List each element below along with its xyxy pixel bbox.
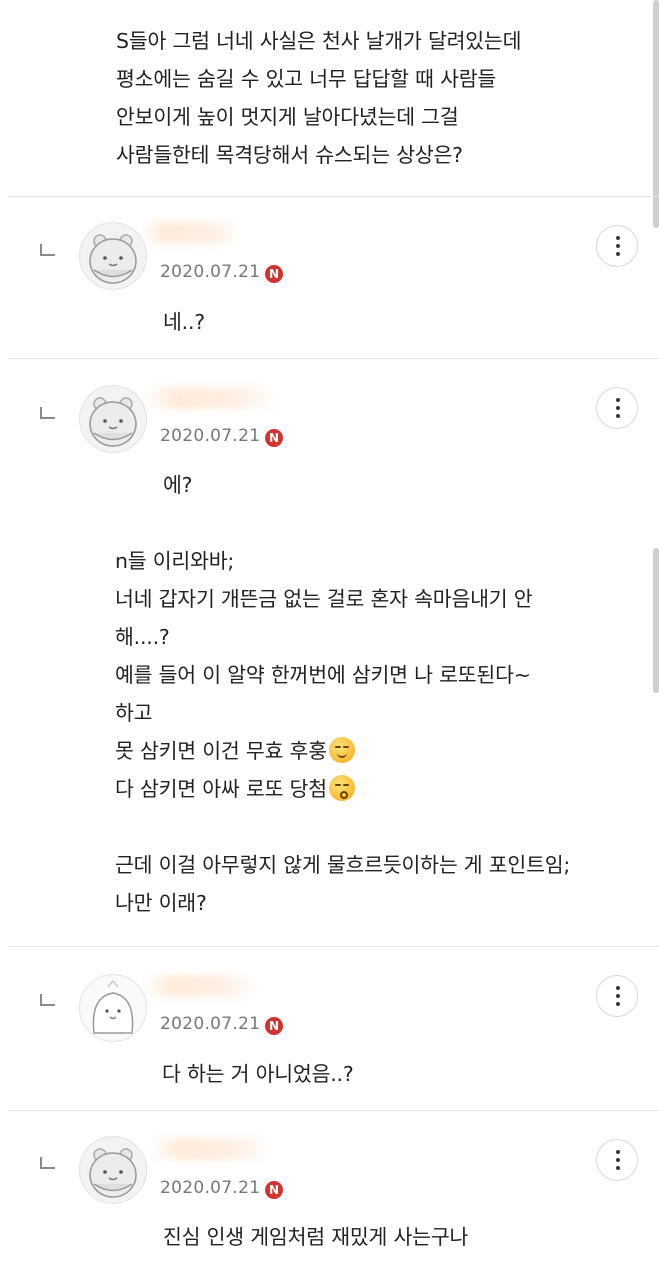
comment-date: 2020.07.21 xyxy=(160,426,261,446)
dot-icon xyxy=(616,252,620,256)
body-line: n들 이리와바; xyxy=(115,549,235,573)
body-line: 하고 xyxy=(115,701,153,725)
scrollbar-middle[interactable] xyxy=(653,548,659,693)
body-line-with-emoji: 못 삼키면 이건 무효 후훙 xyxy=(115,732,635,770)
post-line: 평소에는 숨길 수 있고 너무 답답할 때 사람들 xyxy=(116,67,497,91)
body-line: 다 삼키면 아싸 로또 당첨 xyxy=(115,777,327,801)
dot-icon xyxy=(616,1166,620,1170)
dot-icon xyxy=(616,1150,620,1154)
author-name-blurred xyxy=(140,222,240,244)
divider xyxy=(8,946,659,947)
dot-icon xyxy=(616,986,620,990)
reply-arrow-icon xyxy=(40,407,55,419)
dot-icon xyxy=(616,398,620,402)
scrollbar-top[interactable] xyxy=(653,0,659,228)
hamster-avatar-icon[interactable] xyxy=(79,1136,147,1204)
comment-text: 다 하는 거 아니었음..? xyxy=(162,1062,354,1086)
hamster-avatar-icon[interactable] xyxy=(79,385,147,453)
smirk-emoji-icon xyxy=(328,737,355,763)
comment-text: 진심 인생 게임처럼 재밌게 사는구나 xyxy=(163,1225,469,1249)
comment-date: 2020.07.21 xyxy=(160,1014,261,1034)
hamster-avatar-icon[interactable] xyxy=(79,222,147,290)
comment-body: n들 이리와바; 너네 갑자기 개뜬금 없는 걸로 혼자 속마음내기 안 해..… xyxy=(115,542,635,922)
blob-avatar-icon[interactable] xyxy=(79,974,147,1042)
body-line: 예를 들어 이 알약 한꺼번에 삼키면 나 로또된다~ xyxy=(115,663,531,687)
post-body: S들아 그럼 너네 사실은 천사 날개가 달려있는데 평소에는 숨길 수 있고 … xyxy=(116,22,636,174)
more-options-button[interactable] xyxy=(596,1139,638,1181)
kiss-emoji-icon xyxy=(328,775,355,801)
divider xyxy=(8,1110,659,1111)
comment-text: 에? xyxy=(163,473,193,497)
dot-icon xyxy=(616,1002,620,1006)
new-badge: N xyxy=(265,1017,283,1035)
dot-icon xyxy=(616,414,620,418)
post-line: 안보이게 높이 멋지게 날아다녔는데 그걸 xyxy=(116,105,459,129)
author-name-blurred xyxy=(145,975,255,997)
body-line: 못 삼키면 이건 무효 후훙 xyxy=(115,739,327,763)
comment-text: 네..? xyxy=(163,310,205,334)
reply-arrow-icon xyxy=(40,994,55,1006)
author-name-blurred xyxy=(150,1138,270,1160)
comment-date: 2020.07.21 xyxy=(160,262,261,282)
body-line xyxy=(115,808,635,846)
post-line: 사람들한테 목격당해서 슈스되는 상상은? xyxy=(116,143,463,167)
dot-icon xyxy=(616,406,620,410)
new-badge: N xyxy=(265,265,283,283)
divider xyxy=(8,196,659,197)
author-name-blurred xyxy=(145,387,275,409)
dot-icon xyxy=(616,236,620,240)
post-line: S들아 그럼 너네 사실은 천사 날개가 달려있는데 xyxy=(116,29,522,53)
more-options-button[interactable] xyxy=(596,975,638,1017)
new-badge: N xyxy=(265,429,283,447)
divider xyxy=(8,358,659,359)
more-options-button[interactable] xyxy=(596,225,638,267)
reply-arrow-icon xyxy=(40,1157,55,1169)
reply-arrow-icon xyxy=(40,244,55,256)
body-line: 근데 이걸 아무렇지 않게 물흐르듯이하는 게 포인트임; xyxy=(115,853,571,877)
dot-icon xyxy=(616,244,620,248)
new-badge: N xyxy=(265,1181,283,1199)
dot-icon xyxy=(616,994,620,998)
dot-icon xyxy=(616,1158,620,1162)
body-line: 나만 이래? xyxy=(115,891,207,915)
body-line: 해....? xyxy=(115,625,170,649)
body-line-with-emoji: 다 삼키면 아싸 로또 당첨 xyxy=(115,770,635,808)
body-line: 너네 갑자기 개뜬금 없는 걸로 혼자 속마음내기 안 xyxy=(115,587,533,611)
comment-date: 2020.07.21 xyxy=(160,1178,261,1198)
more-options-button[interactable] xyxy=(596,387,638,429)
